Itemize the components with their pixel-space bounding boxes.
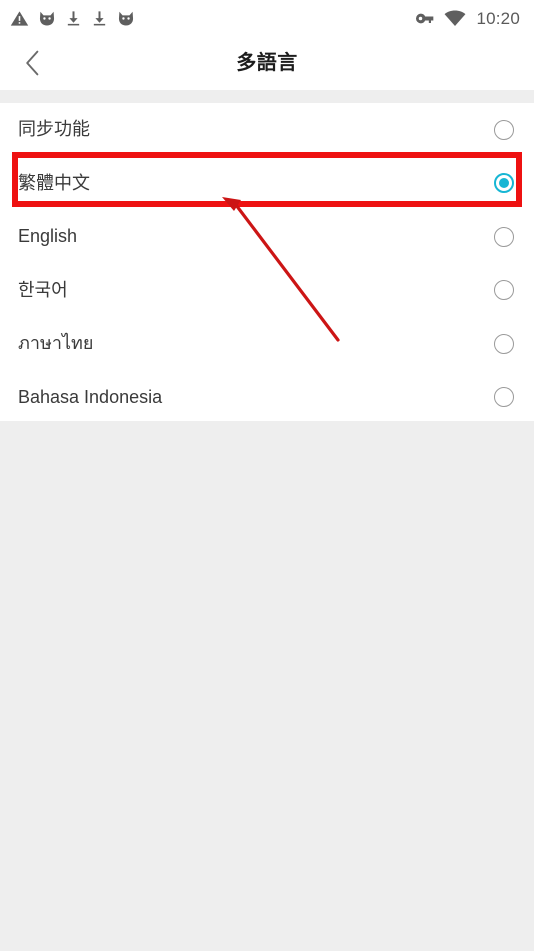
radio-button[interactable] — [494, 387, 514, 408]
download-icon — [91, 9, 108, 28]
title-bar: 多語言 — [0, 36, 534, 90]
list-item[interactable]: ภาษาไทย — [0, 317, 534, 371]
list-item-label: ภาษาไทย — [18, 333, 94, 353]
section-separator — [0, 90, 534, 103]
list-item[interactable]: 한국어 — [0, 264, 534, 318]
warning-triangle-icon — [10, 9, 29, 28]
list-item-label: 繁體中文 — [18, 172, 90, 193]
cat-face-icon — [38, 9, 56, 28]
vpn-key-icon — [415, 11, 435, 26]
status-bar: 10:20 — [0, 0, 534, 36]
list-item-label: 同步功能 — [18, 119, 90, 139]
language-list: 同步功能 繁體中文 English 한국어 ภาษาไทย Bahasa Ind… — [0, 103, 534, 421]
page-title: 多語言 — [236, 52, 298, 74]
list-item[interactable]: 繁體中文 — [0, 157, 534, 211]
status-bar-left-icons — [10, 9, 135, 28]
phone-screen: 10:20 多語言 同步功能 繁體中文 English 한국어 ภาษาไทย … — [0, 0, 534, 951]
list-item-label: English — [18, 226, 78, 246]
radio-button[interactable] — [494, 119, 514, 140]
list-item-label: 한국어 — [18, 279, 68, 300]
radio-button[interactable] — [494, 226, 514, 247]
download-icon — [65, 9, 82, 28]
status-bar-clock: 10:20 — [476, 8, 520, 28]
radio-button-selected[interactable] — [494, 173, 514, 194]
wifi-icon — [444, 10, 466, 27]
list-item[interactable]: English — [0, 210, 534, 264]
list-item[interactable]: 同步功能 — [0, 103, 534, 157]
list-item[interactable]: Bahasa Indonesia — [0, 371, 534, 425]
radio-button[interactable] — [494, 333, 514, 354]
status-bar-right-icons: 10:20 — [415, 10, 520, 27]
cat-face-icon — [117, 9, 135, 28]
radio-button[interactable] — [494, 280, 514, 301]
list-item-label: Bahasa Indonesia — [18, 386, 163, 407]
